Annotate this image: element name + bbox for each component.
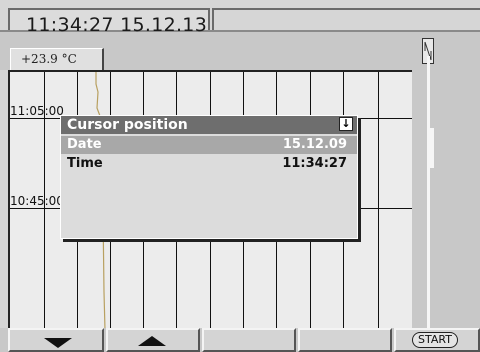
dialog-row-time[interactable]: Time 11:34:27 [61,155,357,173]
dialog-title: Cursor position [67,117,188,133]
clock-panel: 11:34:27 15.12.13 [8,8,210,36]
softkey-3[interactable] [202,328,296,352]
download-arrow-icon[interactable]: ↓ [339,117,353,131]
softkey-4[interactable] [298,328,392,352]
scale-marker [430,128,434,168]
dialog-title-bar: Cursor position ↓ [61,116,357,134]
status-bar: 11:34:27 15.12.13 [0,0,480,36]
scale-line [427,56,430,328]
date-value: 15.12.09 [282,137,347,152]
arrow-up-icon [138,336,166,346]
softkey-bar: START [0,328,480,352]
arrow-down-icon [44,338,72,348]
dialog-row-date[interactable]: Date 15.12.09 [61,136,357,154]
scale-panel [412,70,480,328]
cursor-position-dialog: Cursor position ↓ Date 15.12.09 Time 11:… [60,115,358,239]
channel-tab-temperature[interactable]: +23.9 °C [10,48,104,70]
scroll-up-button[interactable] [106,328,200,352]
start-label: START [412,332,458,348]
recorder-screen: 11:34:27 15.12.13 +23.9 °C 11:05:00 10:4… [0,0,480,352]
time-label-field: Time [67,156,103,171]
time-value: 11:34:27 [282,156,347,171]
date-label: Date [67,137,102,152]
scroll-down-button[interactable] [8,328,104,352]
channel-value: +23.9 °C [21,52,77,66]
status-panel-right [212,8,480,30]
start-button[interactable]: START [394,328,480,352]
channel-bar: +23.9 °C [0,32,480,70]
